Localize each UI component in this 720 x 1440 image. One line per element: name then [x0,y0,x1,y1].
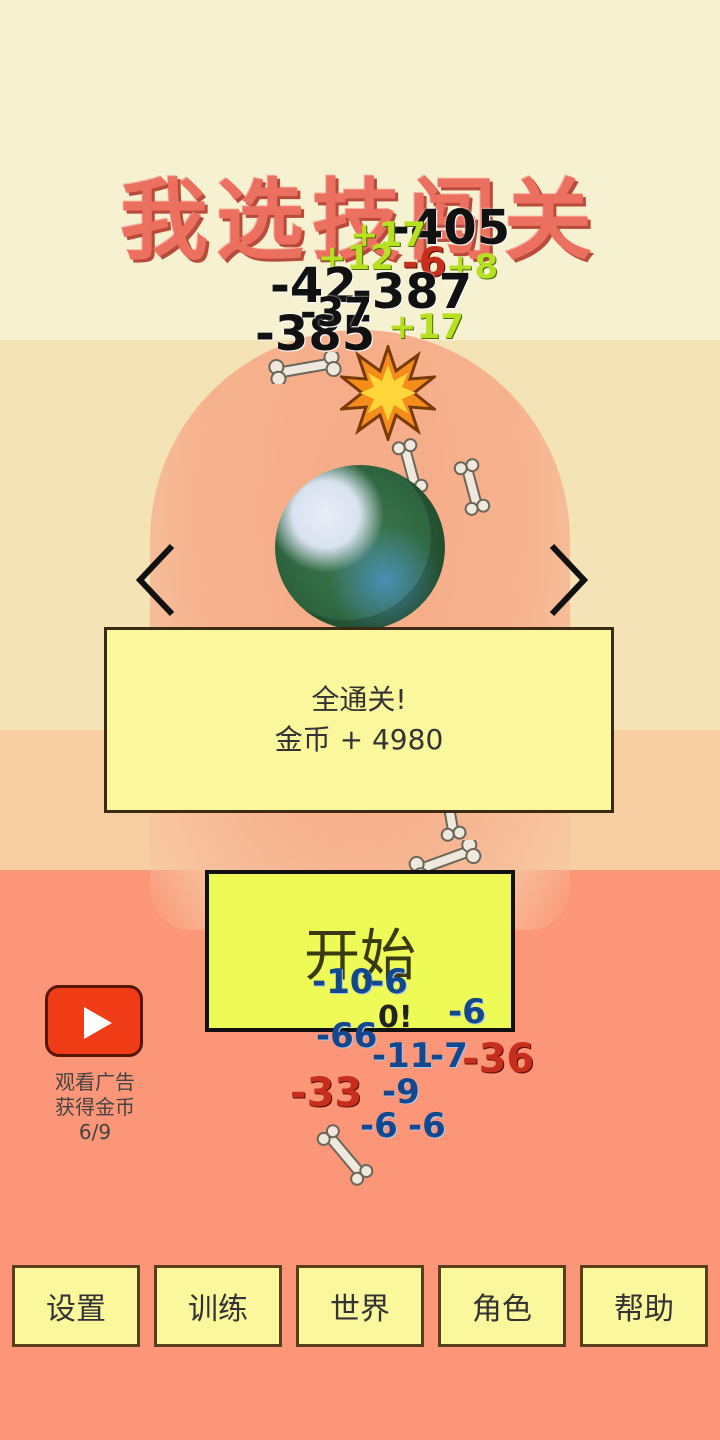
ad-line-2: 获得金币 [55,1095,135,1119]
damage-number: -6 [360,1106,398,1146]
world-label: 世界 [330,1292,390,1327]
heal-number: +17 [388,307,464,347]
training-label: 训练 [188,1292,248,1327]
damage-number: 0! [378,1000,413,1035]
ad-line-1: 观看广告 [55,1070,135,1094]
damage-number: -6 [408,1106,446,1146]
coin-reward: 金币 + 4980 [274,723,444,756]
help-label: 帮助 [614,1292,674,1327]
ad-reward-text: 观看广告 获得金币 6/9 [30,1070,160,1145]
bone-icon [268,352,342,384]
result-panel: 全通关! 金币 + 4980 [104,627,614,813]
damage-number: -11 [372,1036,434,1076]
help-button[interactable]: 帮助 [580,1265,708,1347]
damage-number: -37 [300,290,373,336]
ad-count: 6/9 [78,1120,112,1144]
clear-message: 全通关! [311,683,407,716]
play-icon [84,1007,112,1039]
damage-number: -6 [370,962,408,1002]
damage-number: -66 [316,1016,378,1056]
damage-number: -6 [448,992,486,1032]
character-button[interactable]: 角色 [438,1265,566,1347]
world-button[interactable]: 世界 [296,1265,424,1347]
explosion-icon [340,345,436,441]
settings-button[interactable]: 设置 [12,1265,140,1347]
character-label: 角色 [472,1292,532,1327]
damage-number: -33 [290,1070,363,1116]
settings-label: 设置 [46,1292,106,1327]
world-planet [275,465,445,630]
damage-number: -36 [462,1036,535,1082]
watch-ad-button[interactable] [45,985,143,1057]
chevron-left-icon[interactable] [128,540,188,620]
training-button[interactable]: 训练 [154,1265,282,1347]
bone-icon [453,458,491,516]
chevron-right-icon[interactable] [536,540,596,620]
damage-number: -10 [312,962,374,1002]
